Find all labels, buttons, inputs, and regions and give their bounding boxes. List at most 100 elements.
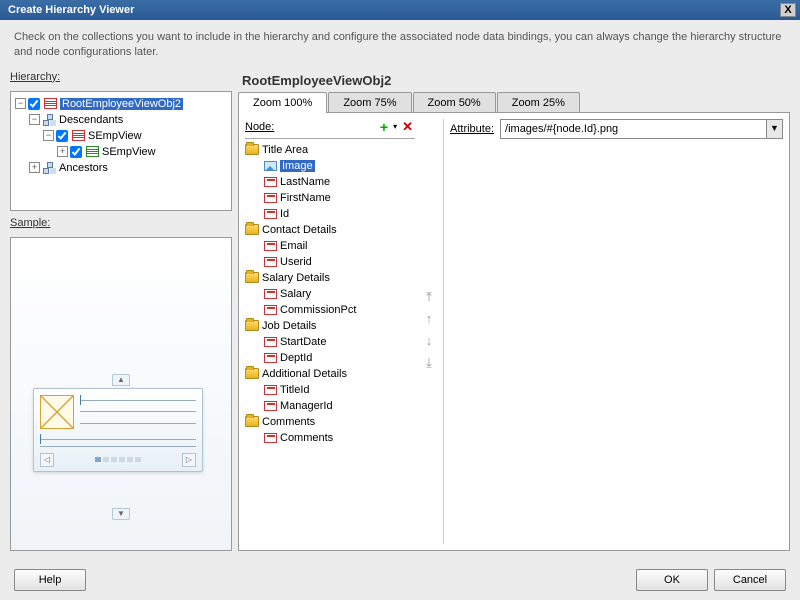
checkbox[interactable] [70,146,82,158]
sample-dot[interactable] [135,457,141,462]
sample-next-button[interactable]: ▷ [182,453,196,467]
node-leaf[interactable]: CommissionPct [245,302,415,318]
node-leaf[interactable]: LastName [245,174,415,190]
node-leaf-label: StartDate [280,336,326,348]
sample-dot[interactable] [95,457,101,462]
leaf-icon [263,400,277,412]
expander-icon[interactable]: − [43,130,54,141]
node-leaf-label: Comments [280,432,333,444]
node-leaf[interactable]: Userid [245,254,415,270]
cancel-button[interactable]: Cancel [714,569,786,591]
leaf-icon [263,288,277,300]
tree-label: SEmpView [102,146,156,158]
delete-icon[interactable]: ✕ [400,119,415,135]
node-leaf[interactable]: Id [245,206,415,222]
node-leaf-label: ManagerId [280,400,333,412]
sample-top-handle[interactable]: ▲ [112,374,130,386]
node-folder[interactable]: Contact Details [245,222,415,238]
node-leaf[interactable]: DeptId [245,350,415,366]
leaf-icon [263,208,277,220]
node-panel: Node: + ▾ ✕ Title AreaImageLastNameFirst… [245,119,415,544]
node-leaf[interactable]: Image [245,158,415,174]
tab-body: Node: + ▾ ✕ Title AreaImageLastNameFirst… [238,112,790,551]
sample-prev-button[interactable]: ◁ [40,453,54,467]
tree-label: Descendants [59,114,123,126]
footer: Help OK Cancel [0,560,800,600]
sample-card: ◁ ▷ [33,388,203,472]
window-title: Create Hierarchy Viewer [4,4,780,16]
expander-icon[interactable]: + [57,146,68,157]
attribute-label: Attribute: [450,123,494,135]
node-leaf-label: Image [280,160,315,172]
sample-dots [95,457,141,462]
leaf-icon [263,352,277,364]
move-down-button[interactable]: ↓ [420,333,438,351]
sample-line [80,423,196,424]
move-up-button[interactable]: ↑ [420,311,438,329]
node-leaf-label: LastName [280,176,330,188]
node-folder-label: Additional Details [262,368,347,380]
attribute-dropdown-icon[interactable]: ▼ [767,119,783,139]
node-folder[interactable]: Salary Details [245,270,415,286]
tree-ancestors[interactable]: + Ancestors [29,160,227,176]
move-bottom-button[interactable]: ⤓ [420,355,438,373]
tree-root[interactable]: − RootEmployeeViewObj2 [15,96,227,112]
leaf-icon [263,256,277,268]
node-leaf[interactable]: Email [245,238,415,254]
sample-dot[interactable] [111,457,117,462]
leaf-icon [263,304,277,316]
sample-dot[interactable] [119,457,125,462]
add-dropdown-icon[interactable]: ▾ [390,122,400,131]
node-folder-label: Job Details [262,320,316,332]
tree-semp2[interactable]: + SEmpView [57,144,227,160]
attribute-input[interactable] [500,119,767,139]
tab-zoom-100[interactable]: Zoom 100% [238,92,327,113]
node-leaf[interactable]: TitleId [245,382,415,398]
tree-semp1[interactable]: − SEmpView [43,128,227,144]
node-leaf[interactable]: FirstName [245,190,415,206]
checkbox[interactable] [56,130,68,142]
tree-descendants[interactable]: − Descendants [29,112,227,128]
node-leaf-label: Userid [280,256,312,268]
node-leaf-label: Email [280,240,308,252]
close-icon[interactable]: X [780,3,796,17]
node-leaf[interactable]: ManagerId [245,398,415,414]
node-leaf[interactable]: Salary [245,286,415,302]
node-folder[interactable]: Additional Details [245,366,415,382]
folder-icon [245,224,259,236]
node-folder[interactable]: Title Area [245,142,415,158]
image-icon [263,160,277,172]
folder-icon [245,320,259,332]
node-folder-label: Salary Details [262,272,330,284]
checkbox[interactable] [28,98,40,110]
sample-dot[interactable] [103,457,109,462]
node-leaf[interactable]: StartDate [245,334,415,350]
node-folder[interactable]: Comments [245,414,415,430]
folder-icon [245,416,259,428]
node-folder[interactable]: Job Details [245,318,415,334]
expander-icon[interactable]: − [15,98,26,109]
expander-icon[interactable]: + [29,162,40,173]
node-leaf-label: Salary [280,288,311,300]
tab-zoom-25[interactable]: Zoom 25% [497,92,580,113]
tab-zoom-75[interactable]: Zoom 75% [328,92,411,113]
tab-zoom-50[interactable]: Zoom 50% [413,92,496,113]
sample-line [80,400,196,401]
leaf-icon [263,176,277,188]
node-folder-label: Comments [262,416,315,428]
node-leaf-label: FirstName [280,192,331,204]
expander-icon[interactable]: − [29,114,40,125]
ok-button[interactable]: OK [636,569,708,591]
add-icon[interactable]: + [378,119,390,135]
node-leaf-label: CommissionPct [280,304,356,316]
zoom-tabs: Zoom 100% Zoom 75% Zoom 50% Zoom 25% [238,92,790,113]
help-button[interactable]: Help [14,569,86,591]
tree-label: SEmpView [88,130,142,142]
sample-dot[interactable] [127,457,133,462]
move-top-button[interactable]: ⤒ [420,289,438,307]
sample-bottom-handle[interactable]: ▼ [112,508,130,520]
node-leaf[interactable]: Comments [245,430,415,446]
hierarchy-label: Hierarchy: [10,71,232,83]
attribute-panel: Attribute: ▼ [443,119,783,544]
sample-panel: ▲ ◁ [10,237,232,551]
